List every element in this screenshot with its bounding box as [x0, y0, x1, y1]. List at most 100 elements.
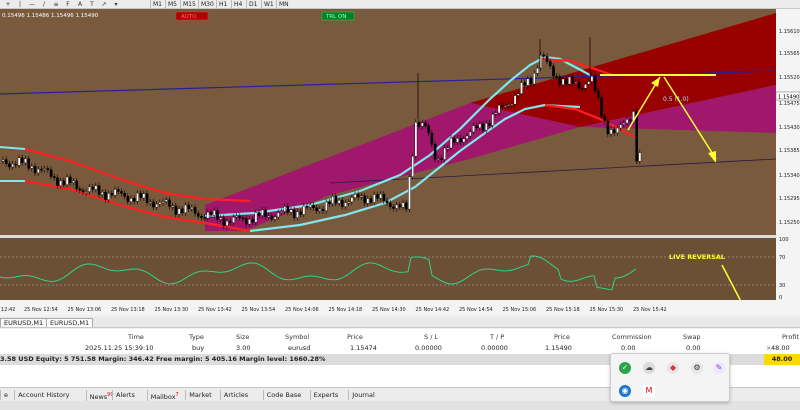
crosshair-icon[interactable]: +	[4, 1, 12, 8]
candle-body	[635, 111, 638, 162]
timeframe-button-w1[interactable]: W1	[261, 0, 276, 9]
pen-icon[interactable]: ✎	[713, 362, 725, 374]
indicator-tick-label: 30	[779, 283, 785, 289]
terminal-tab-label: e	[4, 391, 8, 399]
network-icon[interactable]: ◉	[619, 385, 631, 397]
candle-body	[24, 158, 27, 163]
horizontal-line-icon[interactable]: —	[28, 1, 36, 8]
candle-body	[97, 185, 101, 195]
candle-body	[331, 196, 335, 205]
channel-icon[interactable]: ≡	[52, 1, 60, 8]
candle-body	[238, 215, 242, 219]
timeframe-button-h1[interactable]: H1	[216, 0, 229, 9]
shield-icon[interactable]: ✓	[619, 362, 631, 374]
price-chart[interactable]: 0.5 (1.0) 0.15496 1.15486 1.15496 1.1549…	[0, 9, 800, 315]
candle-body	[491, 113, 495, 126]
table-cell: 2025.11.25 15:39:10	[85, 344, 154, 352]
timeframe-button-d1[interactable]: D1	[246, 0, 259, 9]
settings-icon[interactable]: ⚙	[691, 362, 703, 374]
chart-tab[interactable]: EURUSD,M1	[0, 318, 48, 327]
timeframe-button-mn[interactable]: MN	[276, 0, 291, 9]
more-icon[interactable]: ▾	[112, 1, 120, 8]
candle-body	[328, 201, 331, 205]
timeframe-button-h4[interactable]: H4	[231, 0, 244, 9]
candle-body	[158, 202, 162, 205]
price-tick-label: 1.15295	[779, 196, 800, 202]
terminal-tab-journal[interactable]: Journal	[348, 390, 377, 400]
candle-body	[504, 105, 507, 107]
text-icon[interactable]: A	[76, 1, 84, 8]
candle-body	[401, 202, 405, 208]
candle-body	[369, 198, 373, 203]
terminal-tab-articles[interactable]: Articles	[219, 390, 251, 400]
terminal-tab-label: Market	[189, 391, 212, 399]
column-header[interactable]: Swap	[683, 332, 701, 343]
candle-body	[116, 189, 120, 192]
column-header[interactable]: T / P	[490, 332, 504, 343]
price-tick-label: 1.15250	[779, 220, 800, 226]
candle-body	[139, 192, 143, 199]
timeframe-button-m5[interactable]: M5	[165, 0, 179, 9]
candle-body	[609, 129, 613, 135]
timeframe-button-m15[interactable]: M15	[180, 0, 198, 9]
column-header[interactable]: Price	[347, 332, 363, 343]
candle-body	[638, 152, 642, 162]
terminal-tab-market[interactable]: Market	[185, 390, 214, 400]
arrows-icon[interactable]: ↗	[100, 1, 108, 8]
candle-body	[549, 61, 552, 67]
terminal-tab-label: Articles	[223, 391, 249, 399]
timeframe-button-m30[interactable]: M30	[198, 0, 216, 9]
timeframe-button-m1[interactable]: M1	[150, 0, 164, 9]
close-position-icon[interactable]: ×	[766, 343, 771, 354]
candle-body	[241, 217, 245, 220]
ohlc-readout: 0.15496 1.15486 1.15496 1.15490	[2, 13, 99, 19]
column-header[interactable]: Profit	[782, 332, 799, 343]
candle-body	[318, 208, 322, 212]
cloud-icon[interactable]: ☁	[643, 362, 655, 374]
column-header[interactable]: Size	[236, 332, 249, 343]
mail-icon[interactable]: M	[643, 385, 655, 397]
time-axis: 12:42 25 Nov 12:54 25 Nov 13:06 25 Nov 13:1…	[1, 307, 667, 313]
column-header[interactable]: S / L	[424, 332, 438, 343]
candle-body	[104, 192, 107, 200]
candle-body	[305, 205, 309, 208]
candle-body	[277, 212, 280, 218]
terminal-tab-experts[interactable]: Experts	[309, 390, 342, 400]
candle-body	[347, 201, 351, 204]
candle-body	[296, 211, 299, 218]
chart-tab-active[interactable]: EURUSD,M1	[46, 318, 94, 327]
column-header[interactable]: Price	[554, 332, 570, 343]
candle-body	[501, 105, 504, 107]
column-header[interactable]: Symbol	[285, 332, 309, 343]
column-header[interactable]: Type	[189, 332, 204, 343]
label-icon[interactable]: T	[88, 1, 96, 8]
terminal-tab-label: Code Base	[266, 391, 302, 399]
candle-body	[443, 147, 447, 160]
trl-button-label: TRL ON	[325, 14, 346, 20]
column-header[interactable]: Commission	[612, 332, 652, 343]
vertical-line-icon[interactable]: |	[16, 1, 24, 8]
terminal-tab-alerts[interactable]: Alerts	[112, 390, 138, 400]
terminal-tab-code-base[interactable]: Code Base	[262, 390, 305, 400]
candle-body	[164, 199, 168, 202]
candle-body	[315, 207, 319, 212]
column-header[interactable]: Time	[128, 332, 144, 343]
candle-body	[526, 78, 530, 86]
app-icon[interactable]: ◆	[667, 362, 679, 374]
time-tick-label: 25 Nov 13:18	[111, 307, 145, 313]
candle-body	[337, 199, 341, 204]
terminal-tab-e[interactable]: e	[0, 390, 11, 400]
table-cell: 1.15474	[350, 344, 377, 352]
candle-body	[174, 205, 178, 215]
table-cell: 0.00000	[415, 344, 442, 352]
time-tick-label: 25 Nov 15:30	[590, 307, 624, 313]
terminal-tab-label: Journal	[352, 391, 375, 399]
candle-body	[148, 201, 152, 204]
candle-body	[542, 54, 546, 57]
candle-body	[216, 210, 219, 220]
candle-body	[110, 193, 114, 196]
trendline-icon[interactable]: /	[40, 1, 48, 8]
terminal-tab-account-history[interactable]: Account History	[14, 390, 72, 400]
fibonacci-icon[interactable]: F	[64, 1, 72, 8]
candle-body	[475, 125, 479, 128]
